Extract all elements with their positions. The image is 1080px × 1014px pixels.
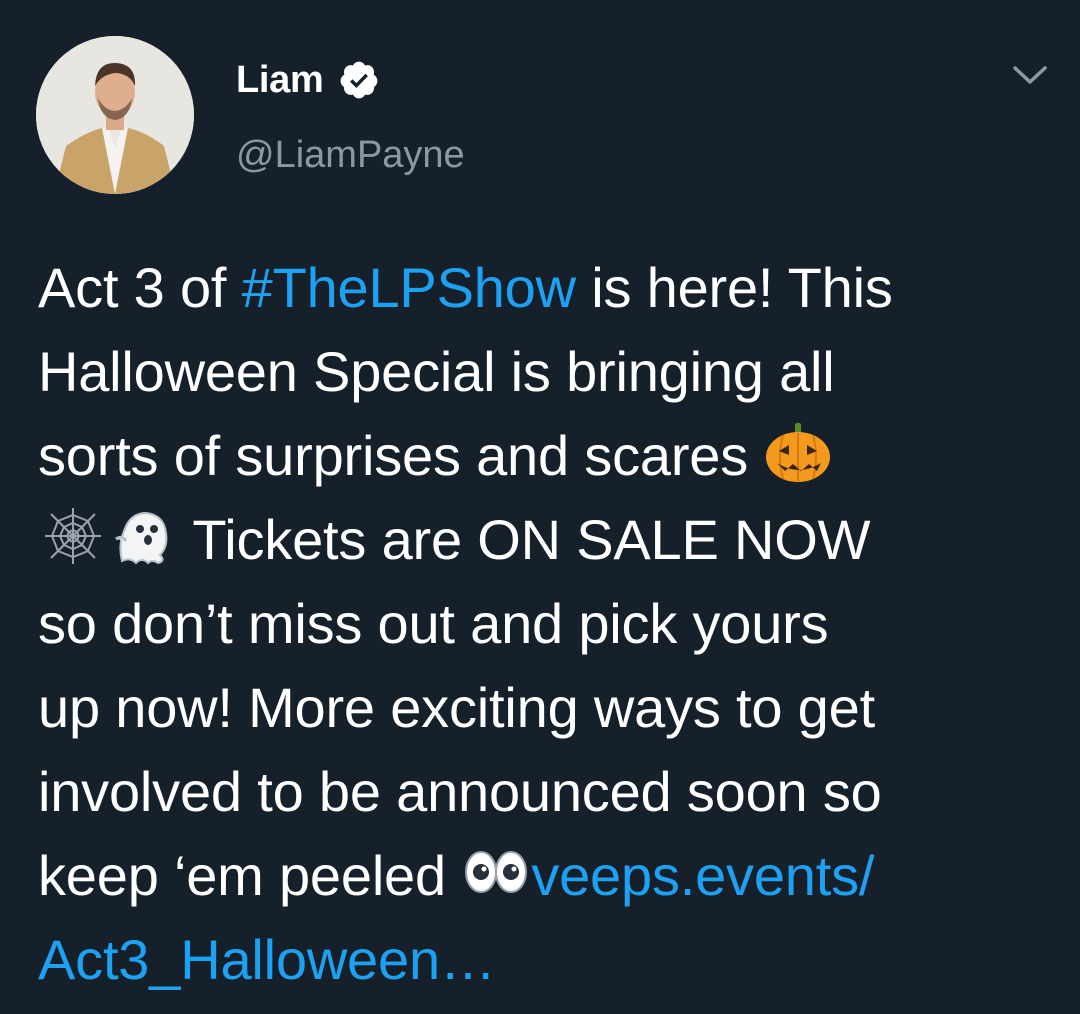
avatar[interactable]: [36, 36, 194, 194]
tweet-text-segment: Act 3 of: [38, 256, 242, 319]
event-link[interactable]: veeps.events/: [531, 844, 874, 907]
display-name[interactable]: Liam: [236, 59, 324, 102]
verified-badge-icon: [338, 59, 380, 101]
event-link-continued[interactable]: Act3_Halloween…: [38, 918, 1058, 1002]
tweet-text-segment: Tickets are ON SALE NOW: [178, 508, 871, 571]
jack-o-lantern-icon: [763, 421, 833, 483]
tweet-line-6: up now! More exciting ways to get: [38, 676, 875, 739]
tweet-line-5: so don’t miss out and pick yours: [38, 592, 829, 655]
chevron-down-icon[interactable]: [1012, 62, 1048, 88]
tweet-line-4: Tickets are ON SALE NOW: [38, 498, 1058, 582]
tweet-text-segment: is here! This: [575, 256, 893, 319]
tweet-line-7: involved to be announced soon so: [38, 760, 882, 823]
tweet-line-2: Halloween Special is bringing all: [38, 340, 835, 403]
profile-avatar-image: [36, 36, 194, 194]
tweet-text-segment: sorts of surprises and scares: [38, 424, 764, 487]
tweet-line-1: Act 3 of #TheLPShow is here! This: [38, 246, 1058, 330]
author-name-row: Liam: [236, 56, 380, 104]
tweet-text-segment: keep ‘em peeled: [38, 844, 462, 907]
user-handle[interactable]: @LiamPayne: [236, 134, 465, 177]
spider-web-icon: [38, 505, 108, 567]
tweet-text: Act 3 of #TheLPShow is here! This Hallow…: [38, 246, 1058, 1002]
ghost-icon: [108, 505, 178, 567]
tweet-line-3: sorts of surprises and scares: [38, 414, 1058, 498]
eyes-icon: [461, 841, 531, 903]
hashtag-link[interactable]: #TheLPShow: [242, 256, 576, 319]
tweet-line-8: keep ‘em peeled veeps.events/: [38, 834, 1058, 918]
